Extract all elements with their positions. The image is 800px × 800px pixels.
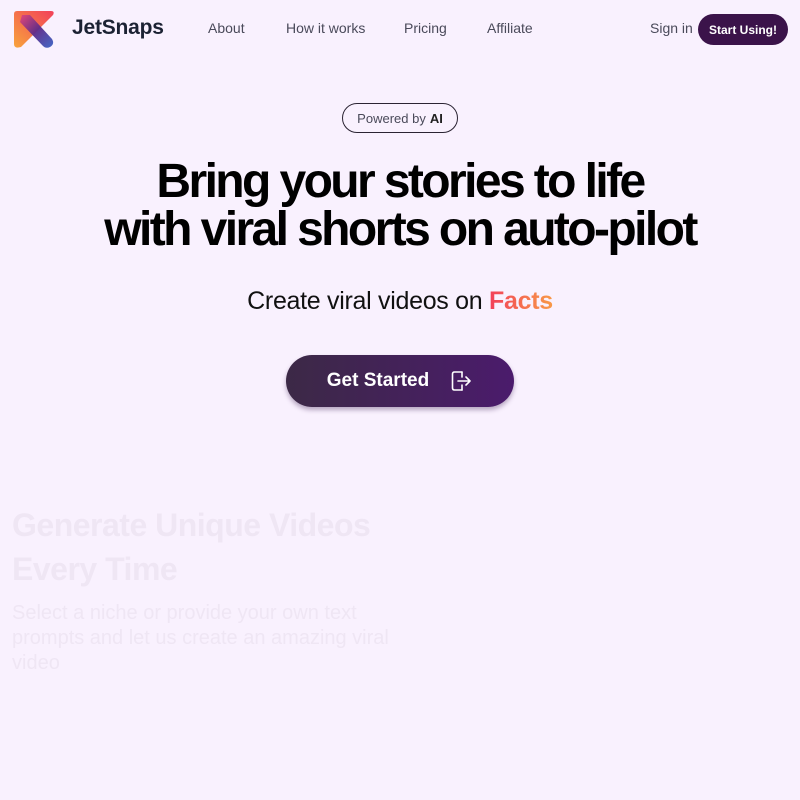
nav-link-about[interactable]: About xyxy=(208,20,245,36)
feature-description: Select a niche or provide your own text … xyxy=(12,602,389,674)
start-using-button[interactable]: Start Using! xyxy=(698,14,788,45)
nav-link-pricing[interactable]: Pricing xyxy=(404,20,447,36)
jetsnaps-logo-icon[interactable] xyxy=(14,11,55,49)
nav-link-affiliate[interactable]: Affiliate xyxy=(487,20,533,36)
nav-link-how-it-works[interactable]: How it works xyxy=(286,20,365,36)
feature-title: Generate Unique Videos Every Time xyxy=(12,507,371,587)
subline-prefix: Create viral videos on xyxy=(247,287,483,315)
get-started-button[interactable]: Get Started xyxy=(286,355,514,407)
hero-headline: Bring your stories to life with viral sh… xyxy=(0,158,800,254)
badge-strong: AI xyxy=(429,110,443,126)
top-nav: JetSnaps About How it works Pricing Affi… xyxy=(0,0,800,60)
sign-in-arrow-icon xyxy=(451,371,472,391)
headline-line-1: Bring your stories to life xyxy=(156,155,646,208)
subline-rotating-word: Facts xyxy=(489,287,553,315)
headline-line-2: with viral shorts on auto-pilot xyxy=(104,203,698,256)
hero-subline: Create viral videos on Facts xyxy=(0,287,800,316)
get-started-label: Get Started xyxy=(326,370,430,391)
brand-name[interactable]: JetSnaps xyxy=(72,16,164,40)
sign-in-link[interactable]: Sign in xyxy=(650,20,693,36)
powered-by-badge: Powered by AI xyxy=(342,103,458,133)
badge-prefix: Powered by xyxy=(357,110,426,126)
